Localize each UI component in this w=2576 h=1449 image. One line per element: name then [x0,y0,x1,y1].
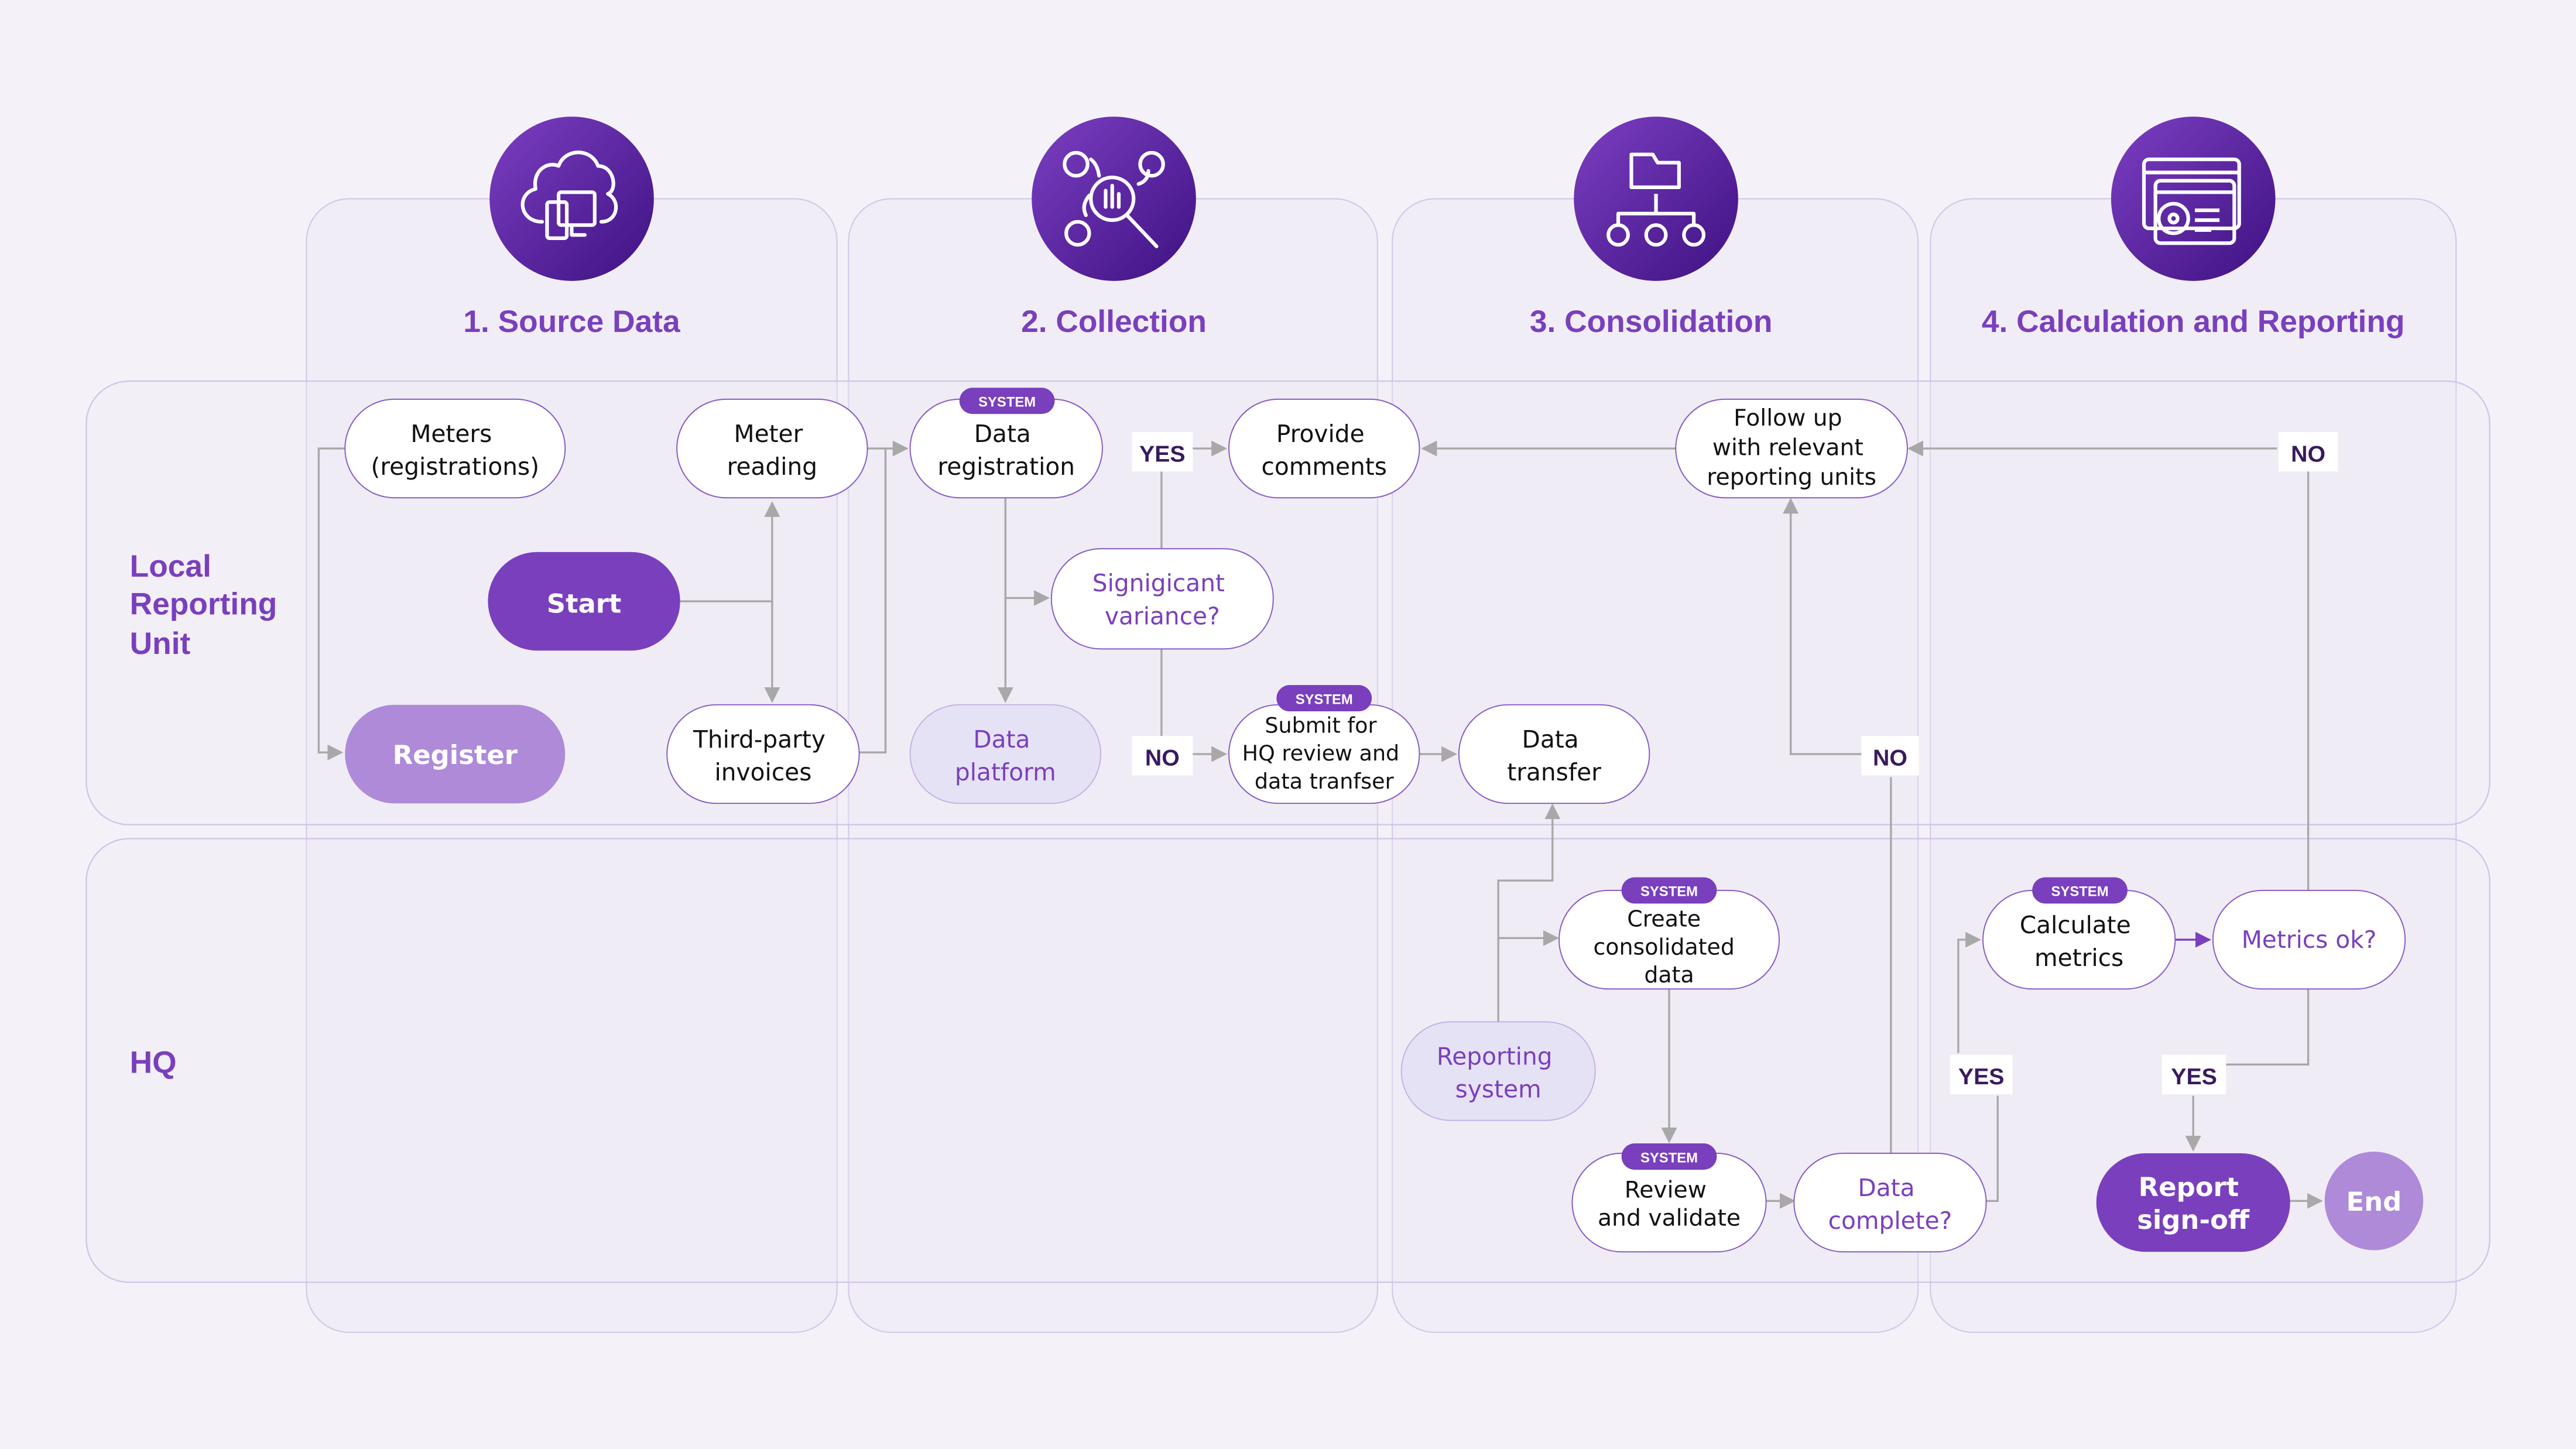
node-metrics-ok-decision[interactable]: Metrics ok? [2212,889,2406,990]
svg-text:SYSTEM: SYSTEM [1296,691,1353,707]
system-badge: SYSTEM [1276,685,1372,712]
condition-yes-data-complete: YES [1950,1054,2013,1094]
condition-no-metrics: NO [2279,432,2338,472]
svg-text:Start: Start [547,588,622,619]
svg-text:YES: YES [2171,1064,2217,1090]
stage-title: 4. Calculation and Reporting [1982,304,2405,339]
node-report-signoff[interactable]: Report sign-off [2096,1153,2290,1252]
system-badge: SYSTEM [1621,1143,1717,1170]
node-meter-reading[interactable]: Meter reading [676,398,868,499]
svg-text:SYSTEM: SYSTEM [1640,1150,1698,1166]
stage-header-collection: 2. Collection [1021,117,1207,339]
stage-title: 2. Collection [1021,304,1207,339]
svg-text:Register: Register [393,739,518,770]
system-badge: SYSTEM [1621,877,1717,904]
node-reporting-system[interactable]: Reporting system [1400,1021,1596,1121]
svg-text:End: End [2346,1186,2402,1217]
condition-no-data-complete: NO [1861,736,1919,776]
node-start[interactable]: Start [488,551,680,651]
svg-text:YES: YES [1139,441,1186,467]
node-meters[interactable]: Meters (registrations) [344,398,566,499]
node-significant-variance-decision[interactable]: Signigicant variance? [1050,548,1274,650]
node-data-platform[interactable]: Data platform [909,704,1102,804]
svg-text:YES: YES [1958,1064,2005,1090]
node-review-and-validate[interactable]: SYSTEM Review and validate [1571,1143,1767,1253]
node-provide-comments[interactable]: Provide comments [1228,398,1420,499]
condition-no-variance: NO [1132,736,1193,776]
svg-text:SYSTEM: SYSTEM [978,395,1036,410]
node-data-complete-decision[interactable]: Data complete? [1793,1152,1987,1253]
stage-title: 3. Consolidation [1530,304,1773,339]
stage-icon-circle [489,117,654,281]
node-data-registration[interactable]: SYSTEM Data registration [909,388,1103,499]
svg-text:NO: NO [2291,441,2325,467]
condition-yes-metrics: YES [2161,1054,2226,1094]
svg-text:Submit for HQ review a: Submit for HQ review and data tranfser [1242,713,1406,794]
node-create-consolidated-data[interactable]: SYSTEM Create consolidated data [1558,877,1780,990]
stage-title: 1. Source Data [463,304,680,339]
condition-yes-variance: YES [1132,432,1193,472]
node-data-transfer[interactable]: Data transfer [1458,704,1650,804]
svg-text:NO: NO [1145,745,1180,771]
svg-text:NO: NO [1873,745,1907,771]
stage-icon-circle [2111,117,2276,281]
node-third-party-invoices[interactable]: Third-party invoices [666,704,860,804]
system-badge: SYSTEM [959,388,1055,415]
svg-text:SYSTEM: SYSTEM [2051,884,2109,900]
svg-text:SYSTEM: SYSTEM [1640,884,1698,900]
svg-text:Metrics ok?: Metrics ok? [2242,926,2377,954]
node-follow-up[interactable]: Follow up with relevant reporting units [1675,398,1908,499]
node-register[interactable]: Register [345,704,566,804]
lane-title-hq: HQ [130,1045,177,1080]
node-end[interactable]: End [2324,1152,2424,1251]
system-badge: SYSTEM [2032,877,2128,904]
process-flow-diagram: Local Reporting Unit HQ 1. Source Data 2… [0,0,2576,1449]
